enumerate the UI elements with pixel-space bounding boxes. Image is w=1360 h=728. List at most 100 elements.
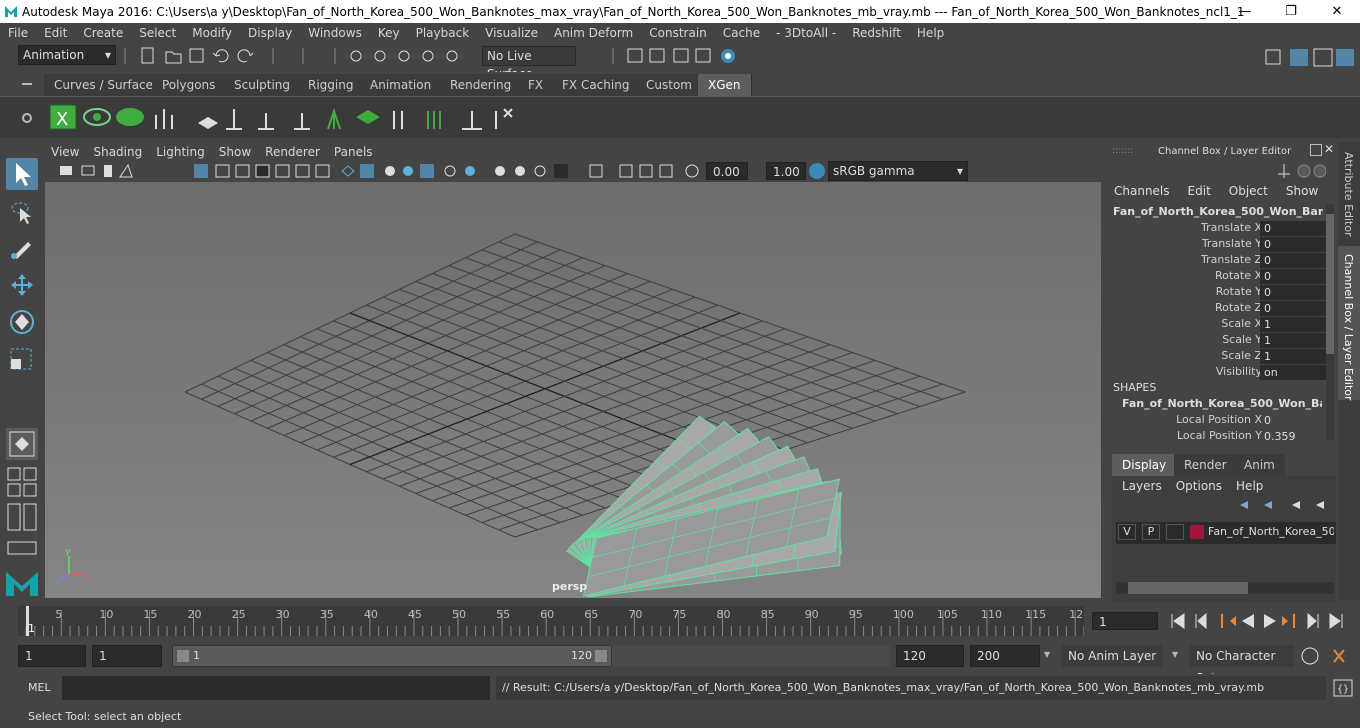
menu-item-10[interactable]: Anim Deform — [546, 26, 641, 40]
menu-item-6[interactable]: Windows — [300, 26, 370, 40]
channel-box-menu-item-0[interactable]: Channels — [1114, 184, 1170, 198]
layer-menu-item-2[interactable]: Help — [1236, 479, 1263, 493]
playback-start-field[interactable]: 1 — [92, 645, 162, 667]
menu-item-15[interactable]: Help — [909, 26, 952, 40]
menu-item-14[interactable]: Redshift — [844, 26, 909, 40]
close-button[interactable]: ✕ — [1314, 0, 1360, 23]
panel-menu-item-4[interactable]: Renderer — [258, 145, 327, 159]
menu-item-9[interactable]: Visualize — [477, 26, 546, 40]
menu-item-7[interactable]: Key — [370, 26, 408, 40]
channel-row[interactable]: Translate X0 — [1106, 221, 1338, 237]
channel-value[interactable]: 0 — [1260, 253, 1326, 268]
shape-channel-row[interactable]: Local Position Y 0.359 — [1106, 429, 1338, 445]
channel-label[interactable]: Translate Z — [1201, 253, 1262, 266]
timeline-ruler[interactable]: 15 10 15 20 25 30 35 40 45 50 55 60 65 70 75 80 85 90 95 10… — [18, 606, 1084, 636]
panel-menu-item-1[interactable]: Shading — [86, 145, 149, 159]
command-input[interactable] — [62, 676, 490, 700]
gamma-field[interactable]: 1.00 — [766, 162, 806, 180]
channel-label[interactable]: Rotate Y — [1216, 285, 1262, 298]
menu-item-0[interactable]: File — [0, 26, 36, 40]
layer-horizontal-scrollbar[interactable] — [1116, 582, 1334, 594]
render-tools-icons[interactable] — [586, 46, 746, 66]
exposure-field[interactable]: 0.00 — [706, 162, 748, 180]
current-frame-field[interactable]: 1 — [1092, 612, 1158, 630]
shelf-menu-icon[interactable] — [20, 76, 34, 92]
layer-tab-0[interactable]: Display — [1112, 454, 1177, 476]
channel-row[interactable]: Translate Z0 — [1106, 253, 1338, 269]
channel-label[interactable]: Scale Z — [1221, 349, 1262, 362]
shelf-options-icon[interactable] — [20, 107, 34, 129]
mode-dropdown[interactable]: Animation ▾ — [18, 45, 116, 65]
layer-action-icons[interactable] — [1236, 498, 1332, 512]
channel-label[interactable]: Rotate X — [1215, 269, 1262, 282]
layer-tab-2[interactable]: Anim — [1234, 454, 1285, 476]
playback-end-field[interactable]: 120 — [896, 645, 964, 667]
workspace-icons[interactable] — [1262, 46, 1356, 68]
panel-grip-icon[interactable]: ::::::: — [1112, 146, 1152, 156]
panel-menu-item-3[interactable]: Show — [212, 145, 258, 159]
layer-tab-1[interactable]: Render — [1174, 454, 1237, 476]
xgen-shelf-icons[interactable]: X — [44, 99, 524, 135]
layer-display-type-toggle[interactable] — [1166, 524, 1184, 540]
live-surface-field[interactable]: No Live Surface — [482, 46, 576, 81]
channel-value[interactable]: 0 — [1260, 285, 1326, 300]
channel-box-tab[interactable]: Channel Box / Layer Editor — [1342, 254, 1355, 401]
menu-item-4[interactable]: Modify — [184, 26, 240, 40]
channel-label[interactable]: Local Position Y — [1177, 429, 1262, 442]
shape-name[interactable]: Fan_of_North_Korea_500_Won_Ban... — [1122, 397, 1322, 413]
channel-value[interactable]: 0 — [1260, 301, 1326, 316]
channel-row[interactable]: Rotate Z0 — [1106, 301, 1338, 317]
menu-item-12[interactable]: Cache — [715, 26, 768, 40]
chevron-down-icon[interactable]: ▾ — [1172, 647, 1178, 661]
range-slider[interactable]: 1 120 — [172, 645, 612, 667]
channel-row[interactable]: Scale Z1 — [1106, 349, 1338, 365]
anim-layer-dropdown[interactable]: No Anim Layer — [1062, 645, 1162, 667]
select-tool-button[interactable] — [6, 158, 38, 190]
channel-row[interactable]: Translate Y0 — [1106, 237, 1338, 253]
current-time-marker[interactable] — [26, 606, 29, 636]
scale-tool-button[interactable] — [6, 344, 38, 376]
menu-item-8[interactable]: Playback — [408, 26, 478, 40]
channel-value[interactable]: 0 — [1260, 269, 1326, 284]
channel-box-menu-item-2[interactable]: Object — [1229, 184, 1268, 198]
channel-label[interactable]: Local Position X — [1176, 413, 1262, 426]
channel-label[interactable]: Scale X — [1221, 317, 1262, 330]
layer-row[interactable]: V P Fan_of_North_Korea_500 — [1116, 522, 1336, 544]
menu-item-11[interactable]: Constrain — [641, 26, 715, 40]
shelf-tab-7[interactable]: FX Caching — [552, 74, 641, 96]
channel-value[interactable]: 1 — [1260, 317, 1326, 332]
command-language-label[interactable]: MEL — [28, 681, 51, 694]
file-tools-icons[interactable] — [124, 46, 474, 66]
channel-value[interactable]: 1 — [1260, 349, 1326, 364]
panel-menu-item-0[interactable]: View — [44, 145, 86, 159]
panel-menu-item-5[interactable]: Panels — [327, 145, 380, 159]
menu-item-5[interactable]: Display — [240, 26, 300, 40]
layer-name[interactable]: Fan_of_North_Korea_500 — [1208, 525, 1334, 538]
rotate-tool-button[interactable] — [6, 306, 38, 338]
channel-box-icons[interactable] — [1276, 162, 1326, 180]
script-editor-icon[interactable]: {} — [1332, 678, 1354, 698]
channel-row[interactable]: Rotate Y0 — [1106, 285, 1338, 301]
menu-item-1[interactable]: Edit — [36, 26, 75, 40]
maya-home-icon[interactable] — [4, 564, 40, 598]
channel-value[interactable]: 0 — [1260, 413, 1326, 428]
layer-visibility-toggle[interactable]: V — [1118, 524, 1136, 540]
menu-item-2[interactable]: Create — [75, 26, 131, 40]
channel-value[interactable]: 0 — [1260, 237, 1326, 252]
color-space-dropdown[interactable]: sRGB gamma ▾ — [828, 161, 968, 181]
channel-value[interactable]: 0.359 — [1260, 429, 1326, 444]
float-panel-icon[interactable] — [1310, 144, 1322, 156]
lasso-tool-button[interactable] — [6, 196, 38, 228]
perspective-viewport[interactable]: y x z persp — [45, 182, 1101, 598]
channel-row[interactable]: Scale Y1 — [1106, 333, 1338, 349]
playback-controls[interactable] — [1166, 610, 1356, 632]
shelf-tab-8[interactable]: Custom — [636, 74, 703, 96]
layer-playback-toggle[interactable]: P — [1142, 524, 1160, 540]
character-set-dropdown[interactable]: No Character Set — [1190, 645, 1294, 685]
shelf-tab-4[interactable]: Animation — [360, 74, 443, 96]
channel-label[interactable]: Rotate Z — [1215, 301, 1262, 314]
channel-label[interactable]: Translate Y — [1202, 237, 1262, 250]
layer-menu-item-1[interactable]: Options — [1176, 479, 1222, 493]
maximize-button[interactable]: ❐ — [1268, 0, 1314, 23]
viewport-toolbar-icons[interactable] — [54, 162, 704, 180]
